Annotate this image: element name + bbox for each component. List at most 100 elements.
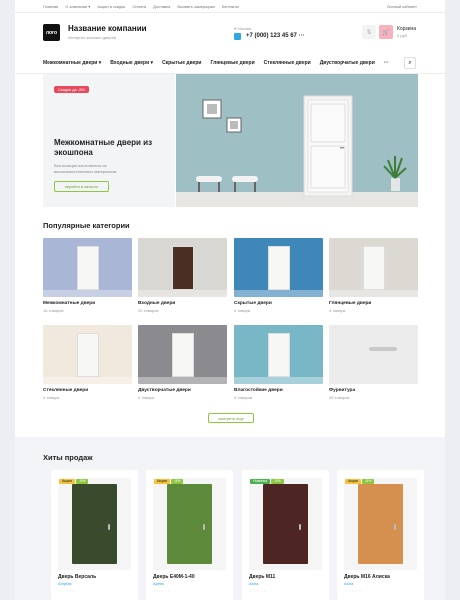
door-illustration — [72, 484, 117, 564]
product-tag: Акция — [345, 479, 361, 484]
category-name: Скрытые двери — [234, 301, 272, 306]
category-count: 16 товаров — [43, 308, 64, 313]
floor — [138, 377, 227, 384]
popular-categories-title: Популярные категории — [43, 221, 130, 230]
category-name: Влагостойкие двери — [234, 388, 283, 393]
show-more-button[interactable]: смотреть еще — [208, 413, 254, 423]
city-selector[interactable]: ⌖ Москва — [234, 26, 251, 31]
nav-glass-doors[interactable]: Стеклянные двери — [264, 60, 311, 66]
category-image — [234, 325, 323, 384]
product-tag: -5% — [75, 479, 89, 484]
door-illustration — [77, 246, 99, 290]
product-tag: -5% — [271, 479, 284, 484]
door-handle — [108, 524, 110, 530]
category-card[interactable]: Влагостойкие двери 5 товаров — [234, 325, 323, 400]
phone-more-icon[interactable]: ··· — [299, 33, 305, 39]
top-link-sales[interactable]: Акции и скидки — [97, 4, 125, 9]
cart-sum: 0 руб. — [397, 33, 408, 38]
door-illustration — [167, 484, 212, 564]
top-link-about[interactable]: О компании ▾ — [65, 4, 90, 9]
category-image — [329, 325, 418, 384]
product-brand[interactable]: Ampfas — [58, 581, 72, 586]
floor — [43, 290, 132, 297]
product-card[interactable]: Акция -5% Дверь Версаль Ampfas ☆☆☆☆☆ — [51, 470, 138, 600]
phone-icon — [234, 33, 241, 40]
floor — [43, 377, 132, 384]
door-illustration — [268, 333, 290, 377]
top-link-measurer[interactable]: Вызвать замерщика — [177, 4, 214, 9]
category-name: Стеклянные двери — [43, 388, 89, 393]
category-name: Двустворчатые двери — [138, 388, 191, 393]
category-card[interactable]: Стеклянные двери 4 товара — [43, 325, 132, 400]
category-image — [43, 238, 132, 297]
product-card[interactable]: Акция -5% Дверь М16 Алиска Astra ☆☆☆☆☆ — [337, 470, 424, 600]
phone-number[interactable]: +7 (000) 123 45 67 ··· — [246, 33, 305, 39]
category-image — [43, 325, 132, 384]
product-tags: Акция -5% — [345, 479, 375, 484]
city-label: Москва — [237, 26, 252, 31]
category-name: Фурнитура — [329, 388, 356, 393]
product-brand[interactable]: Apeks — [153, 581, 164, 586]
rating-stars: ☆☆☆☆☆ — [249, 588, 267, 593]
floor — [234, 377, 323, 384]
nav-entrance-doors[interactable]: Входные двери ▾ — [110, 60, 153, 66]
catalog-button[interactable]: перейти в каталог — [54, 181, 109, 192]
hero-description: Вся позиция изготовлены из высококачеств… — [54, 163, 117, 174]
logo[interactable]: лого — [43, 24, 60, 41]
category-image — [329, 238, 418, 297]
nav-glossy-doors[interactable]: Глянцевые двери — [210, 60, 254, 66]
category-image — [138, 325, 227, 384]
top-link-delivery[interactable]: Доставка — [153, 4, 170, 9]
product-name: Дверь Версаль — [58, 574, 97, 580]
category-count: 5 товаров — [234, 395, 253, 400]
door-illustration — [172, 333, 194, 377]
product-tag: -5% — [361, 479, 375, 484]
bestsellers-title: Хиты продаж — [43, 453, 93, 462]
door-handle — [203, 524, 205, 530]
category-card[interactable]: Скрытые двери 4 товара — [234, 238, 323, 313]
main-nav: Межкомнатные двери ▾ Входные двери ▾ Скр… — [43, 58, 417, 68]
top-bar: Главная О компании ▾ Акции и скидки Опла… — [15, 0, 445, 13]
category-name: Входные двери — [138, 301, 176, 306]
category-image — [138, 238, 227, 297]
page: Главная О компании ▾ Акции и скидки Опла… — [15, 0, 445, 600]
nav-double-doors[interactable]: Двустворчатые двери — [320, 60, 375, 66]
compare-icon[interactable]: ⇅ — [362, 25, 376, 39]
nav-hidden-doors[interactable]: Скрытые двери — [162, 60, 201, 66]
product-brand[interactable]: Astra — [249, 581, 258, 586]
floor — [329, 290, 418, 297]
nav-interior-doors[interactable]: Межкомнатные двери ▾ — [43, 60, 101, 66]
category-card[interactable]: Двустворчатые двери 4 товара — [138, 325, 227, 400]
sale-badge: Скидки до -5% — [54, 86, 90, 93]
category-count: 4 товара — [234, 308, 251, 313]
product-image — [58, 478, 131, 570]
product-image — [344, 478, 417, 570]
top-link-payment[interactable]: Оплата — [132, 4, 146, 9]
category-card[interactable]: Глянцевые двери 4 товара — [329, 238, 418, 313]
product-name: Дверь М16 Алиска — [344, 574, 390, 580]
account-link[interactable]: Личный кабинет — [387, 4, 417, 9]
floor — [234, 290, 323, 297]
search-icon[interactable]: ⌕ — [404, 57, 416, 69]
category-count: 4 товара — [138, 395, 155, 400]
category-card[interactable]: Фурнитура 26 товаров — [329, 325, 418, 400]
door-handle — [394, 524, 396, 530]
floor — [138, 290, 227, 297]
rating-stars: ☆☆☆☆☆ — [153, 588, 171, 593]
product-tag: -5% — [170, 479, 184, 484]
top-link-contacts[interactable]: Контакты — [222, 4, 239, 9]
product-brand[interactable]: Astra — [344, 581, 353, 586]
category-name: Межкомнатные двери — [43, 301, 96, 306]
category-card[interactable]: Межкомнатные двери 16 товаров — [43, 238, 132, 313]
nav-more[interactable]: ··· — [384, 60, 389, 66]
cart-icon[interactable]: 🛒 — [379, 25, 393, 39]
top-link-home[interactable]: Главная — [43, 4, 58, 9]
product-card[interactable]: Акция -5% Дверь Е40М-1-40 Apeks ☆☆☆☆☆ — [146, 470, 233, 600]
category-count: 4 товара — [43, 395, 60, 400]
product-card[interactable]: Новинка -5% Дверь М11 Astra ☆☆☆☆☆ — [242, 470, 329, 600]
cart-label[interactable]: Корзина — [397, 26, 416, 32]
door-handle-illustration — [369, 347, 397, 351]
door-illustration — [172, 246, 194, 290]
product-tag: Акция — [59, 479, 75, 484]
category-card[interactable]: Входные двери 20 товаров — [138, 238, 227, 313]
